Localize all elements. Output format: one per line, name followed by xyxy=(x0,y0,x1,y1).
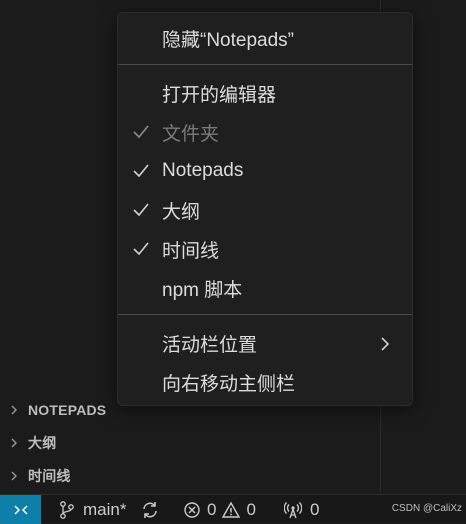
menu-item-label: 大纲 xyxy=(162,201,201,223)
menu-item-folders[interactable]: 文件夹 xyxy=(118,115,412,149)
menu-item-label: 活动栏位置 xyxy=(162,334,258,356)
git-branch-icon xyxy=(60,500,74,519)
warning-icon xyxy=(222,501,241,518)
problems-indicator[interactable]: 0 0 xyxy=(183,495,256,524)
chevron-right-icon xyxy=(11,471,17,481)
ports-indicator[interactable]: 0 xyxy=(284,495,319,524)
menu-item-label: 隐藏“Notepads” xyxy=(162,29,294,51)
menu-item-notepads[interactable]: Notepads xyxy=(118,154,412,188)
section-timeline[interactable]: 时间线 xyxy=(0,464,380,488)
menu-separator xyxy=(118,64,412,65)
section-label: 大纲 xyxy=(28,435,57,451)
menu-item-label: 时间线 xyxy=(162,240,220,262)
menu-item-hide-notepads[interactable]: 隐藏“Notepads” xyxy=(118,21,412,55)
chevron-right-icon xyxy=(381,337,390,351)
section-outline[interactable]: 大纲 xyxy=(0,431,380,455)
status-bar: main* 0 0 0 CSDN @CaliXz xyxy=(0,494,466,524)
error-icon xyxy=(184,501,200,518)
branch-indicator[interactable]: main* xyxy=(59,495,126,524)
menu-item-open-editors[interactable]: 打开的编辑器 xyxy=(118,76,412,110)
check-icon xyxy=(133,203,149,217)
check-icon xyxy=(133,242,149,256)
broadcast-icon xyxy=(284,501,302,518)
error-count: 0 xyxy=(207,499,217,519)
side-panel-sections: NOTEPADS 大纲 时间线 xyxy=(0,398,380,497)
branch-name: main* xyxy=(83,499,127,519)
check-icon xyxy=(133,164,149,178)
chevron-right-icon xyxy=(11,405,17,415)
ports-count: 0 xyxy=(310,499,320,519)
menu-separator xyxy=(118,314,412,315)
menu-item-outline[interactable]: 大纲 xyxy=(118,193,412,227)
sync-icon xyxy=(143,501,157,518)
menu-item-activity-bar-position[interactable]: 活动栏位置 xyxy=(118,326,412,360)
menu-item-label: 打开的编辑器 xyxy=(162,84,277,106)
watermark-text: CSDN @CaliXz xyxy=(391,503,462,514)
remote-button[interactable] xyxy=(0,495,41,524)
section-label: 时间线 xyxy=(28,468,71,484)
check-icon xyxy=(133,125,149,139)
menu-item-move-sidebar-right[interactable]: 向右移动主侧栏 xyxy=(118,365,412,399)
section-label: NOTEPADS xyxy=(28,402,107,418)
sync-button[interactable] xyxy=(140,495,160,524)
menu-item-label: npm 脚本 xyxy=(162,279,243,301)
warning-count: 0 xyxy=(246,499,256,519)
remote-icon xyxy=(13,504,28,515)
menu-item-label: 向右移动主侧栏 xyxy=(162,373,296,395)
menu-item-label: 文件夹 xyxy=(162,123,220,145)
menu-item-npm-scripts[interactable]: npm 脚本 xyxy=(118,271,412,305)
menu-item-label: Notepads xyxy=(162,160,244,181)
chevron-right-icon xyxy=(11,438,17,448)
menu-item-timeline[interactable]: 时间线 xyxy=(118,232,412,266)
context-menu: 隐藏“Notepads” 打开的编辑器 文件夹 Notepads 大纲 时间线 … xyxy=(117,12,413,406)
